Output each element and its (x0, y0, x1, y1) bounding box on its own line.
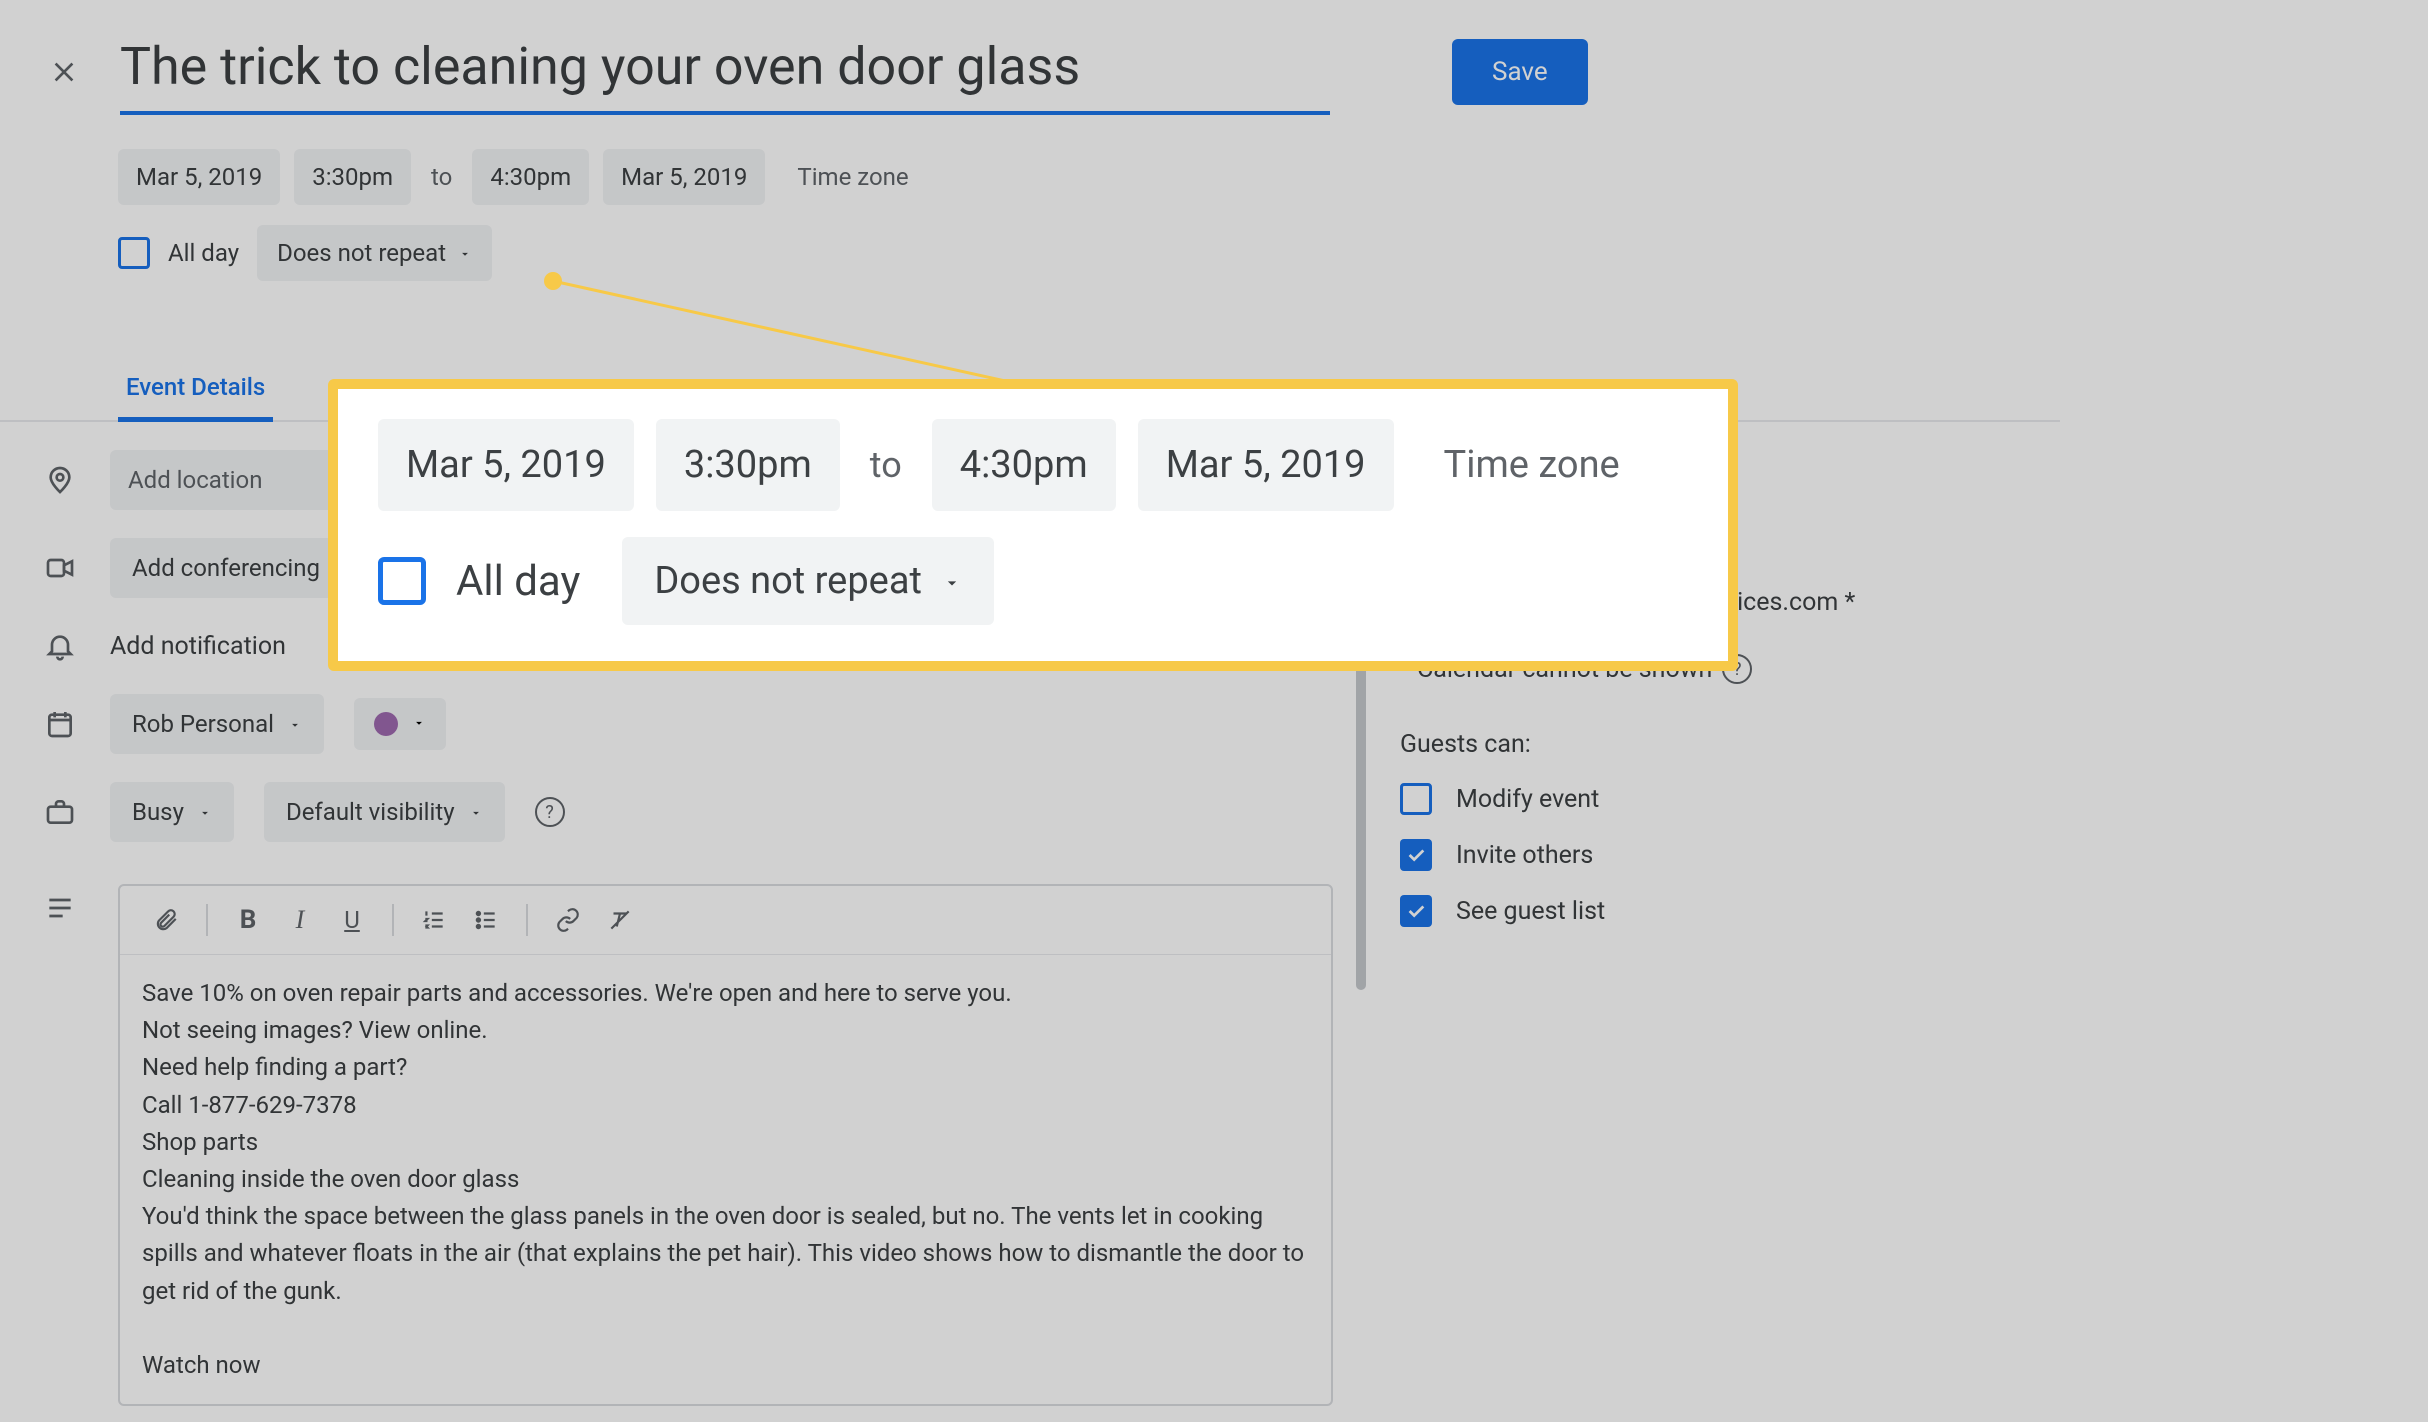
toolbar-divider (206, 904, 208, 936)
chevron-down-icon (458, 239, 472, 267)
chevron-down-icon (198, 798, 212, 826)
chevron-down-icon (288, 710, 302, 738)
repeat-label: Does not repeat (277, 239, 446, 267)
event-title-input[interactable] (120, 28, 1330, 111)
italic-icon[interactable]: I (276, 896, 324, 944)
calendar-name-label: Rob Personal (132, 710, 274, 738)
to-label: to (425, 163, 458, 191)
numbered-list-icon[interactable] (410, 896, 458, 944)
all-day-label: All day (168, 239, 239, 267)
color-swatch (374, 712, 398, 736)
calendar-icon (40, 704, 80, 744)
bold-icon[interactable]: B (224, 896, 272, 944)
guests-can-label: Guests can: (1400, 730, 2080, 759)
see-guest-list-label: See guest list (1456, 897, 1605, 926)
chevron-down-icon (942, 559, 962, 603)
toolbar-divider (392, 904, 394, 936)
callout-to-label: to (862, 444, 910, 486)
title-underline (120, 111, 1330, 115)
video-icon (40, 548, 80, 588)
callout-end-date-chip[interactable]: Mar 5, 2019 (1138, 419, 1394, 511)
repeat-dropdown[interactable]: Does not repeat (257, 225, 492, 281)
description-icon (40, 888, 80, 928)
description-content[interactable]: Save 10% on oven repair parts and access… (120, 955, 1331, 1404)
callout-start-date-chip[interactable]: Mar 5, 2019 (378, 419, 634, 511)
callout-repeat-label: Does not repeat (654, 559, 922, 603)
location-icon (40, 460, 80, 500)
modify-event-label: Modify event (1456, 785, 1599, 814)
callout-start-time-chip[interactable]: 3:30pm (656, 419, 840, 511)
chevron-down-icon (412, 715, 426, 734)
callout-timezone-link[interactable]: Time zone (1444, 443, 1620, 487)
start-time-chip[interactable]: 3:30pm (294, 149, 411, 205)
link-icon[interactable] (544, 896, 592, 944)
event-color-dropdown[interactable] (354, 698, 446, 750)
visibility-label: Default visibility (286, 798, 455, 826)
tab-event-details[interactable]: Event Details (118, 357, 273, 422)
add-notification-link[interactable]: Add notification (110, 632, 286, 661)
callout-end-time-chip[interactable]: 4:30pm (932, 419, 1116, 511)
bell-icon (40, 626, 80, 666)
calendar-dropdown[interactable]: Rob Personal (110, 694, 324, 754)
start-date-chip[interactable]: Mar 5, 2019 (118, 149, 280, 205)
visibility-help-icon[interactable]: ? (535, 797, 565, 827)
close-icon[interactable] (40, 48, 88, 96)
callout-all-day-label: All day (456, 557, 580, 606)
toolbar-divider (526, 904, 528, 936)
bullet-list-icon[interactable] (462, 896, 510, 944)
invite-others-checkbox[interactable] (1400, 839, 1432, 871)
all-day-checkbox[interactable] (118, 237, 150, 269)
attach-icon[interactable] (142, 896, 190, 944)
availability-label: Busy (132, 798, 184, 826)
conferencing-label: Add conferencing (132, 554, 320, 582)
save-button[interactable]: Save (1452, 39, 1588, 105)
modify-event-checkbox[interactable] (1400, 783, 1432, 815)
end-time-chip[interactable]: 4:30pm (472, 149, 589, 205)
end-date-chip[interactable]: Mar 5, 2019 (603, 149, 765, 205)
callout-repeat-dropdown[interactable]: Does not repeat (622, 537, 994, 625)
invite-others-label: Invite others (1456, 841, 1593, 870)
annotation-callout: Mar 5, 2019 3:30pm to 4:30pm Mar 5, 2019… (328, 379, 1738, 671)
visibility-dropdown[interactable]: Default visibility (264, 782, 505, 842)
description-editor[interactable]: B I U (118, 884, 1333, 1406)
callout-all-day-checkbox[interactable] (378, 557, 426, 605)
chevron-down-icon (469, 798, 483, 826)
clear-format-icon[interactable] (596, 896, 644, 944)
see-guest-list-checkbox[interactable] (1400, 895, 1432, 927)
annotation-dot (544, 272, 562, 290)
briefcase-icon (40, 792, 80, 832)
timezone-link[interactable]: Time zone (797, 163, 908, 191)
availability-dropdown[interactable]: Busy (110, 782, 234, 842)
underline-icon[interactable]: U (328, 896, 376, 944)
